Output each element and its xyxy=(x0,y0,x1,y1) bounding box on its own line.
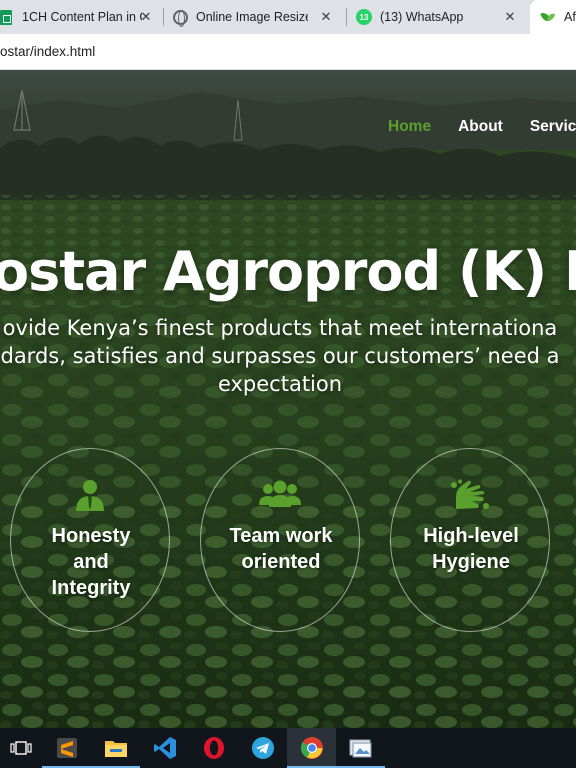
value-label: Honesty and Integrity xyxy=(11,523,171,601)
vscode-icon xyxy=(153,737,176,759)
nav-home[interactable]: Home xyxy=(388,118,431,136)
hero-subtitle-line: dards, satisfies and surpasses our custo… xyxy=(0,344,560,368)
globe-icon xyxy=(172,9,188,27)
browser-tab-strip: 1CH Content Plan in G ✕ Online Image Res… xyxy=(0,0,576,34)
taskbar-opera[interactable] xyxy=(189,728,238,768)
value-label-line: Integrity xyxy=(51,577,131,599)
tab-separator xyxy=(346,8,347,26)
tab-separator xyxy=(163,8,164,26)
value-label: High-level Hygiene xyxy=(391,523,551,575)
close-tab-icon[interactable]: ✕ xyxy=(502,9,518,25)
task-view-icon xyxy=(10,741,32,755)
opera-icon xyxy=(203,737,224,759)
value-label-line: Honesty xyxy=(51,525,131,547)
team-group-icon xyxy=(259,480,301,507)
hero-title: ostar Agroprod (K) L xyxy=(0,240,576,303)
close-tab-icon[interactable]: ✕ xyxy=(138,9,154,25)
hero-subtitle: ovide Kenya’s finest products that meet … xyxy=(0,314,576,398)
value-label-line: oriented xyxy=(241,551,321,573)
value-card-honesty: Honesty and Integrity xyxy=(10,448,170,632)
whatsapp-icon: 13 xyxy=(356,9,372,25)
taskbar-file-explorer[interactable] xyxy=(91,728,140,768)
sublime-text-icon xyxy=(56,738,77,758)
taskbar-chrome[interactable] xyxy=(287,728,336,768)
chrome-icon xyxy=(300,737,323,759)
business-person-icon xyxy=(76,480,104,511)
value-label-line: Hygiene xyxy=(432,551,510,573)
value-label-line: High-level xyxy=(423,525,519,547)
website-hero: Home About Servic ostar Agroprod (K) L o… xyxy=(0,70,576,728)
nav-about[interactable]: About xyxy=(458,118,503,136)
tab-title: (13) WhatsApp xyxy=(380,10,464,24)
taskbar-telegram[interactable] xyxy=(238,728,287,768)
url-text[interactable]: ostar/index.html xyxy=(0,44,95,59)
value-card-teamwork: Team work oriented xyxy=(200,448,360,632)
tab-title: Online Image Resizer - xyxy=(196,10,308,24)
value-label-line: Team work xyxy=(229,525,333,547)
file-explorer-icon xyxy=(104,741,127,757)
tab-whatsapp[interactable]: 13 (13) WhatsApp ✕ xyxy=(356,0,524,34)
taskbar-sublime-text[interactable] xyxy=(42,728,91,768)
tab-image-resizer[interactable]: Online Image Resizer - ✕ xyxy=(172,0,340,34)
google-sheets-icon xyxy=(0,9,14,25)
site-nav: Home About Servic xyxy=(388,118,576,136)
taskbar-photo-viewer[interactable] xyxy=(336,728,385,768)
tab-title: Af xyxy=(564,10,576,24)
task-view-button[interactable] xyxy=(0,728,42,768)
value-label-line: and xyxy=(73,551,109,573)
tab-title: 1CH Content Plan in G xyxy=(22,10,142,24)
leaf-logo-icon xyxy=(540,9,556,25)
photo-viewer-icon xyxy=(349,739,371,758)
nav-services[interactable]: Servic xyxy=(530,118,576,136)
tab-active-site[interactable]: Af xyxy=(530,0,576,34)
hero-subtitle-line: ovide Kenya’s finest products that meet … xyxy=(2,316,558,340)
taskbar-vscode[interactable] xyxy=(140,728,189,768)
telegram-icon xyxy=(251,737,274,759)
close-tab-icon[interactable]: ✕ xyxy=(318,9,334,25)
tab-content-plan[interactable]: 1CH Content Plan in G ✕ xyxy=(0,0,158,34)
windows-taskbar xyxy=(0,728,576,768)
hero-subtitle-line: expectation xyxy=(217,372,343,396)
value-label: Team work oriented xyxy=(201,523,361,575)
address-bar[interactable]: ostar/index.html xyxy=(0,34,576,70)
hand-wash-icon xyxy=(451,479,489,509)
value-card-hygiene: High-level Hygiene xyxy=(390,448,550,632)
